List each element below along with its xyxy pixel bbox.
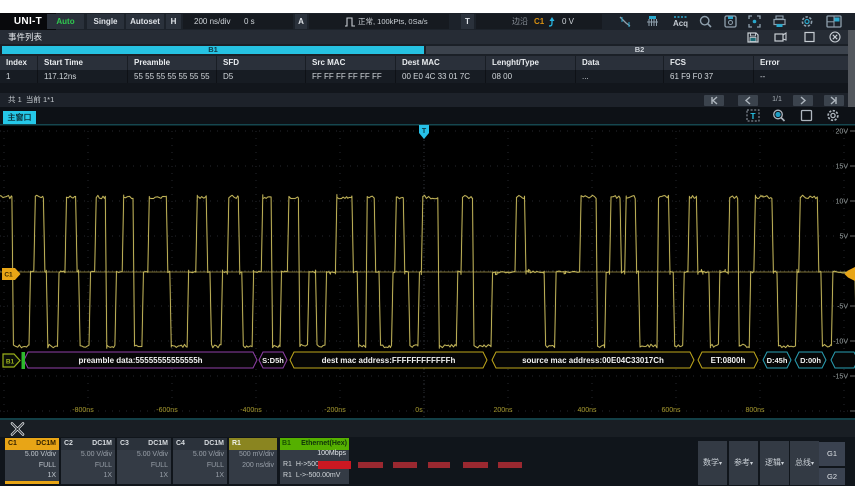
svg-text:ET:0800h: ET:0800h	[711, 356, 746, 365]
svg-text:-600ns: -600ns	[156, 407, 178, 414]
svg-text:-15V: -15V	[833, 374, 848, 381]
svg-text:-10V: -10V	[833, 339, 848, 346]
svg-text:-400ns: -400ns	[240, 407, 262, 414]
svg-text:400ns: 400ns	[577, 407, 597, 414]
svg-text:-800ns: -800ns	[72, 407, 94, 414]
svg-text:200ns: 200ns	[493, 407, 513, 414]
svg-text:-200ns: -200ns	[324, 407, 346, 414]
svg-text:D:00h: D:00h	[800, 356, 821, 365]
svg-text:C1: C1	[4, 272, 13, 279]
svg-text:5V: 5V	[839, 234, 848, 241]
svg-text:source mac address:00E04C33017: source mac address:00E04C33017Ch	[522, 356, 664, 365]
svg-text:T: T	[422, 128, 427, 135]
svg-text:Acq: Acq	[673, 19, 688, 28]
svg-text:800ns: 800ns	[745, 407, 765, 414]
svg-text:B1: B1	[6, 359, 15, 366]
svg-text:15V: 15V	[836, 164, 849, 171]
svg-text:preamble data:55555555555555h: preamble data:55555555555555h	[78, 356, 202, 365]
svg-text:D:45h: D:45h	[767, 356, 788, 365]
svg-text:-5V: -5V	[837, 304, 848, 311]
svg-text:S:D5h: S:D5h	[262, 356, 284, 365]
svg-text:10V: 10V	[836, 199, 849, 206]
svg-text:dest mac address:FFFFFFFFFFFFh: dest mac address:FFFFFFFFFFFFh	[322, 356, 456, 365]
svg-text:600ns: 600ns	[661, 407, 681, 414]
svg-text:T: T	[750, 111, 756, 121]
svg-text:0s: 0s	[415, 407, 423, 414]
svg-text:20V: 20V	[836, 129, 849, 136]
